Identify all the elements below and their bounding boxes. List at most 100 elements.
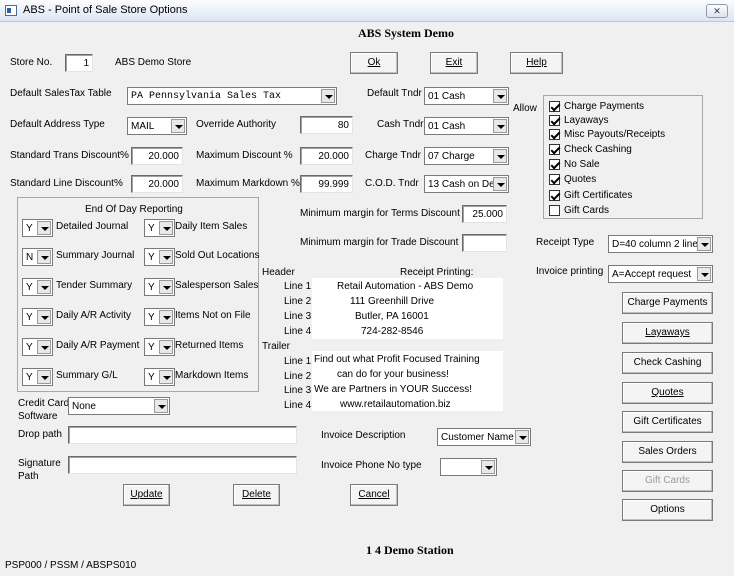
allow-quotes[interactable]: Quotes: [549, 173, 596, 186]
receipt-type-select[interactable]: D=40 column 2 line: [608, 235, 713, 253]
eod-label: Markdown Items: [175, 370, 249, 381]
trailer-line-label: Line 2: [284, 371, 312, 382]
station-label: 1 4 Demo Station: [366, 543, 454, 557]
max-markdown-field[interactable]: 99.999: [300, 175, 353, 193]
eod-select-ar-activity[interactable]: Y: [22, 308, 53, 326]
checkbox-empty-icon: [549, 205, 560, 216]
eod-label: Daily Item Sales: [175, 221, 248, 232]
std-line-discount-field[interactable]: 20.000: [131, 175, 183, 193]
ok-button-label: Ok: [367, 57, 381, 68]
tax-table-select[interactable]: PA Pennsylvania Sales Tax: [127, 87, 337, 105]
tax-table-label: Default SalesTax Table: [10, 88, 112, 99]
std-line-discount-label: Standard Line Discount%: [10, 178, 123, 189]
eod-label: Tender Summary: [56, 280, 133, 291]
allow-charge-payments[interactable]: Charge Payments: [549, 100, 644, 113]
ok-button[interactable]: Ok: [350, 52, 398, 74]
max-discount-field[interactable]: 20.000: [300, 147, 353, 165]
terms-margin-field[interactable]: 25.000: [462, 205, 507, 223]
charge-payments-button[interactable]: Charge Payments: [622, 292, 713, 314]
allow-layaways[interactable]: Layaways: [549, 114, 608, 127]
trailer-line-label: Line 4: [284, 400, 312, 411]
cash-tender-select[interactable]: 01 Cash: [424, 117, 509, 135]
address-type-select[interactable]: MAIL: [127, 117, 187, 135]
store-label: Store No.: [10, 57, 53, 68]
override-field[interactable]: 80: [300, 116, 353, 134]
allow-no-sale[interactable]: No Sale: [549, 158, 600, 171]
credit-card-select[interactable]: None: [68, 397, 170, 415]
invoice-description-value: Customer Name: [441, 432, 514, 443]
signature-path-field[interactable]: [68, 456, 297, 474]
eod-value: Y: [148, 312, 155, 323]
layaways-button[interactable]: Layaways: [622, 322, 713, 344]
cancel-button[interactable]: Cancel: [350, 484, 398, 506]
chevron-down-icon: [159, 280, 173, 294]
allow-item-label: Layaways: [564, 115, 609, 126]
chevron-down-icon: [697, 237, 711, 251]
checkbox-checked-icon: [549, 101, 560, 112]
eod-select-sold-out[interactable]: Y: [144, 248, 175, 266]
eod-value: Y: [26, 312, 33, 323]
allow-gift-certificates[interactable]: Gift Certificates: [549, 189, 632, 202]
invoice-phone-select[interactable]: [440, 458, 497, 476]
eod-select-summary-journal[interactable]: N: [22, 248, 53, 266]
chevron-down-icon: [697, 267, 711, 281]
eod-select-ar-payment[interactable]: Y: [22, 338, 53, 356]
chevron-down-icon: [37, 280, 51, 294]
exit-button[interactable]: Exit: [430, 52, 478, 74]
quotes-button[interactable]: Quotes: [622, 382, 713, 404]
allow-item-label: No Sale: [564, 159, 600, 170]
trailer-line-label: Line 1: [284, 356, 312, 367]
eod-select-returned-items[interactable]: Y: [144, 338, 175, 356]
eod-label: Summary Journal: [56, 250, 135, 261]
chevron-down-icon: [493, 177, 507, 191]
std-trans-discount-field[interactable]: 20.000: [131, 147, 183, 165]
address-type-label: Default Address Type: [10, 119, 105, 130]
eod-select-detailed-journal[interactable]: Y: [22, 219, 53, 237]
eod-select-tender-summary[interactable]: Y: [22, 278, 53, 296]
allow-misc-payouts[interactable]: Misc Payouts/Receipts: [549, 128, 665, 141]
allow-gift-cards[interactable]: Gift Cards: [549, 204, 609, 217]
chevron-down-icon: [37, 370, 51, 384]
gift-certificates-button[interactable]: Gift Certificates: [622, 411, 713, 433]
update-label: Update: [130, 489, 163, 500]
cod-tender-select[interactable]: 13 Cash on De: [424, 175, 509, 193]
options-button[interactable]: Options: [622, 499, 713, 521]
chevron-down-icon: [159, 370, 173, 384]
eod-title: End Of Day Reporting: [85, 204, 183, 215]
eod-label: Detailed Journal: [56, 221, 129, 232]
sales-orders-button[interactable]: Sales Orders: [622, 441, 713, 463]
receipt-header-line: 724-282-8546: [361, 326, 424, 337]
max-markdown-label: Maximum Markdown %: [196, 178, 300, 189]
invoice-description-select[interactable]: Customer Name: [437, 428, 531, 446]
eod-value: Y: [26, 372, 33, 383]
title-bar: ABS - Point of Sale Store Options ✕: [0, 0, 734, 22]
eod-select-items-not-on-file[interactable]: Y: [144, 308, 175, 326]
eod-select-daily-item-sales[interactable]: Y: [144, 219, 175, 237]
gift-cards-label: Gift Cards: [644, 475, 690, 486]
drop-path-field[interactable]: [68, 426, 297, 444]
header-line-label: Line 2: [284, 296, 312, 307]
eod-value: Y: [148, 252, 155, 263]
eod-select-summary-gl[interactable]: Y: [22, 368, 53, 386]
delete-label: Delete: [242, 489, 271, 500]
chevron-down-icon: [37, 310, 51, 324]
close-button[interactable]: ✕: [706, 4, 728, 18]
allow-item-label: Charge Payments: [564, 101, 645, 112]
delete-button[interactable]: Delete: [233, 484, 280, 506]
trade-margin-label: Minimum margin for Trade Discount: [300, 237, 459, 248]
store-number-field[interactable]: 1: [65, 54, 93, 72]
trade-margin-field[interactable]: [462, 234, 507, 252]
eod-value: N: [26, 252, 34, 263]
default-tender-select[interactable]: 01 Cash: [424, 87, 509, 105]
eod-select-salesperson[interactable]: Y: [144, 278, 175, 296]
chevron-down-icon: [493, 149, 507, 163]
charge-tender-select[interactable]: 07 Charge: [424, 147, 509, 165]
check-cashing-button[interactable]: Check Cashing: [622, 352, 713, 374]
std-trans-discount-label: Standard Trans Discount%: [10, 150, 129, 161]
update-button[interactable]: Update: [123, 484, 170, 506]
invoice-printing-select[interactable]: A=Accept request: [608, 265, 713, 283]
allow-check-cashing[interactable]: Check Cashing: [549, 143, 632, 156]
eod-value: Y: [148, 342, 155, 353]
help-button[interactable]: Help: [510, 52, 563, 74]
eod-select-markdown-items[interactable]: Y: [144, 368, 175, 386]
